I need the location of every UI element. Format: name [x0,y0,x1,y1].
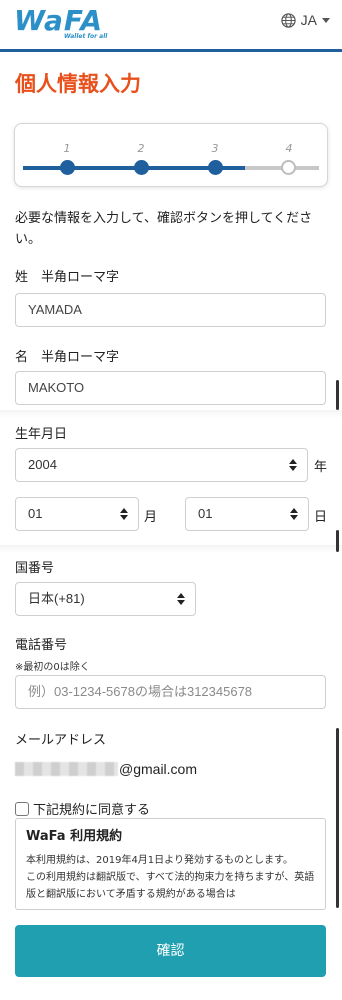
consent-label: 下記規約に同意する [33,803,151,818]
country-code-label: 国番号 [15,561,55,576]
app-header: WaFA Wallet for all JA [0,0,342,52]
select-arrows-icon [289,459,297,471]
progress-stepper: 1 2 3 4 [14,123,328,187]
confirm-button[interactable]: 確認 [15,925,326,977]
country-code-value: 日本(+81) [28,591,85,606]
phone-label: 電話番号 [15,638,68,653]
birth-year-select[interactable]: 2004 [15,448,308,482]
consent-checkbox[interactable] [15,801,29,816]
step-number-1: 1 [63,142,71,155]
step-number-4: 4 [285,142,293,155]
language-label: JA [300,12,317,28]
page-title: 個人情報入力 [15,72,141,96]
select-arrows-icon [177,593,185,605]
phone-note: ※最初の0は除く [15,662,90,673]
step-dot-3 [208,160,223,175]
email-value: @gmail.com [15,760,197,778]
birth-year-value: 2004 [28,457,57,472]
birth-month-select[interactable]: 01 [15,497,139,531]
step-number-3: 3 [211,142,219,155]
logo-tagline: Wallet for all [64,33,108,40]
first-name-label: 名 半角ローマ字 [15,350,120,365]
last-name-label: 姓 半角ローマ字 [15,270,120,285]
section-divider [0,545,342,553]
birthdate-label: 生年月日 [15,427,68,442]
year-suffix: 年 [314,460,328,475]
birth-month-value: 01 [28,506,43,521]
birth-day-select[interactable]: 01 [185,497,309,531]
select-arrows-icon [290,508,298,520]
wafa-logo[interactable]: WaFA Wallet for all [14,5,107,45]
chevron-down-icon [322,17,330,23]
terms-title: WaFa 利用規約 [26,829,123,844]
terms-box[interactable]: WaFa 利用規約 本利用規約は、2019年4月1日より発効するものとします。 … [15,818,326,910]
email-label: メールアドレス [15,733,107,748]
phone-input[interactable]: 例）03-1234-5678の場合は312345678 [15,675,326,709]
select-arrows-icon [120,508,128,520]
first-name-input[interactable]: MAKOTO [15,371,326,405]
terms-consent[interactable]: 下記規約に同意する [15,799,150,818]
birth-day-value: 01 [198,506,213,521]
email-domain: @gmail.com [119,761,198,777]
step-number-2: 2 [137,142,145,155]
scrollbar[interactable] [336,728,339,908]
section-divider [0,410,342,418]
scrollbar[interactable] [336,380,339,410]
terms-line-2: この利用規約は翻訳版で、すべて法的拘束力を持ちますが、英語版と翻訳版において矛盾… [26,872,315,900]
step-dot-1 [60,160,75,175]
intro-text: 必要な情報を入力して、確認ボタンを押してください。 [15,211,313,247]
scrollbar[interactable] [336,530,339,552]
day-suffix: 日 [314,510,328,525]
globe-icon [280,12,296,28]
step-dot-4 [281,160,296,175]
language-selector[interactable]: JA [280,12,330,28]
last-name-input[interactable]: YAMADA [15,293,326,327]
terms-line-1: 本利用規約は、2019年4月1日より発効するものとします。 [26,855,293,866]
step-dot-2 [134,160,149,175]
month-suffix: 月 [144,510,158,525]
redacted-email-user [15,762,118,776]
country-code-select[interactable]: 日本(+81) [15,582,196,616]
